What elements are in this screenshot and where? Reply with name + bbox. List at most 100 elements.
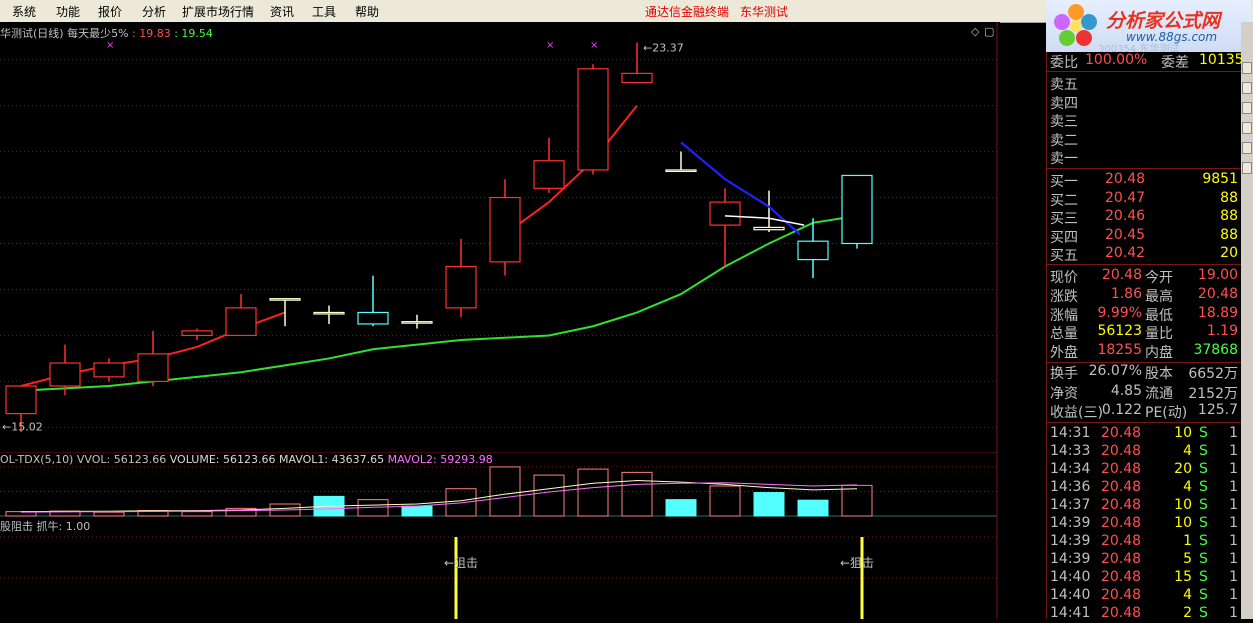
menu-item-system[interactable]: 系统 xyxy=(12,3,36,20)
volume-chart-panel[interactable]: 9000045000 OL-TDX(5,10) VVOL: 56123.66 V… xyxy=(0,452,1000,517)
candle xyxy=(709,188,741,267)
main-legend-value-2: : 19.54 xyxy=(174,27,213,40)
high-price-label: ←23.37 xyxy=(643,42,684,55)
weicha-label: 委差 xyxy=(1161,55,1189,71)
stat-label-1: 总量 xyxy=(1050,326,1078,343)
ma-line-red xyxy=(504,104,638,236)
candle xyxy=(841,174,873,249)
stat-value-1: 56123 xyxy=(1097,323,1142,340)
signal-marker: × xyxy=(590,40,598,51)
tick-volume: 20 xyxy=(1174,461,1192,477)
tick-row: 14:40 20.48 4 S 1 xyxy=(1047,587,1242,605)
tick-volume: 10 xyxy=(1174,515,1192,531)
candle xyxy=(357,275,389,327)
diamond-icon[interactable]: ◇ xyxy=(971,25,979,38)
toolbar-button-5[interactable] xyxy=(1242,142,1252,154)
sell-level-row: 卖二 xyxy=(1047,130,1242,149)
volume-bar xyxy=(797,499,829,517)
buy-level-price: 20.48 xyxy=(1105,171,1146,187)
tick-price: 20.48 xyxy=(1101,461,1142,477)
tick-time: 14:34 xyxy=(1050,461,1091,477)
main-chart-panel[interactable]: 23.0022.0021.0020.0019.0018.0017.0016.00… xyxy=(0,22,1000,452)
volume-legend-mavol2: MAVOL2: 59293.98 xyxy=(387,453,493,466)
toolbar-button-6[interactable] xyxy=(1242,162,1252,174)
finance-label-2: PE(动) xyxy=(1145,405,1188,421)
stat-label-1: 现价 xyxy=(1050,270,1078,286)
weibi-row: 委比 100.00% 委差 10135 xyxy=(1047,52,1244,71)
tick-row: 14:33 20.48 4 S 1 xyxy=(1047,443,1242,461)
window-toggle-icon[interactable]: ▢ xyxy=(984,25,994,38)
toolbar-button-1[interactable] xyxy=(1242,62,1252,74)
buy-level-label: 买一 xyxy=(1050,174,1078,190)
tick-side: S xyxy=(1199,479,1208,495)
tick-side: S xyxy=(1199,587,1208,603)
low-price-label: ←15.02 xyxy=(2,420,43,433)
stat-row: 总量 56123 量比 1.19 xyxy=(1047,323,1242,343)
stat-value-2: 37868 xyxy=(1193,342,1238,359)
volume-bar xyxy=(665,499,697,517)
stat-value-2: 19.00 xyxy=(1197,267,1238,283)
tick-price: 20.48 xyxy=(1101,515,1142,531)
finance-label-1: 净资 xyxy=(1050,385,1078,402)
logo-title: 分析家公式网 xyxy=(1106,10,1221,32)
sell-level-row: 卖五 xyxy=(1047,74,1242,93)
buy-level-label: 买二 xyxy=(1050,192,1078,209)
sell-level-label: 卖二 xyxy=(1050,132,1078,149)
tick-side: S xyxy=(1199,515,1208,531)
candlestick-chart[interactable]: 23.0022.0021.0020.0019.0018.0017.0016.00… xyxy=(0,22,1000,452)
volume-legend-vvol: VVOL: 56123.66 xyxy=(76,453,167,466)
finance-label-1: 换手 xyxy=(1050,366,1078,382)
tick-count: 1 xyxy=(1229,515,1238,531)
tick-side: S xyxy=(1199,533,1208,549)
tick-time: 14:39 xyxy=(1050,515,1091,531)
window-title: 东华测试 xyxy=(740,5,789,19)
tick-price: 20.48 xyxy=(1101,425,1142,441)
candle xyxy=(225,294,257,337)
volume-bar xyxy=(93,511,125,517)
menu-item-quote[interactable]: 报价 xyxy=(98,3,122,20)
tick-time: 14:40 xyxy=(1050,569,1091,585)
menu-item-info[interactable]: 资讯 xyxy=(270,3,294,20)
volume-bar xyxy=(533,474,565,517)
toolbar-button-2[interactable] xyxy=(1242,82,1252,94)
tick-side: S xyxy=(1199,443,1208,459)
stat-value-1: 18255 xyxy=(1097,342,1142,359)
menu-item-analysis[interactable]: 分析 xyxy=(142,3,166,20)
tick-time: 14:31 xyxy=(1050,425,1091,441)
side-toolbar[interactable] xyxy=(1241,22,1253,619)
toolbar-button-4[interactable] xyxy=(1242,122,1252,134)
stat-row: 涨幅 9.99% 最低 18.89 xyxy=(1047,305,1242,324)
tick-count: 1 xyxy=(1229,479,1238,495)
weibi-value: 100.00% xyxy=(1085,52,1148,68)
app-title: 通达信金融终端 xyxy=(645,5,730,19)
stat-value-2: 1.19 xyxy=(1206,323,1238,340)
indicator-chart-panel[interactable]: 1.000.50 股阻击 抓牛: 1.00 ←狙击 ←狙击 xyxy=(0,517,1000,619)
tick-row: 14:34 20.48 20 S 1 xyxy=(1047,461,1242,479)
tick-price: 20.48 xyxy=(1101,497,1142,513)
volume-bar xyxy=(181,511,213,517)
toolbar-button-3[interactable] xyxy=(1242,102,1252,114)
candle xyxy=(577,64,609,175)
stat-value-1: 1.86 xyxy=(1110,285,1142,302)
finance-value-1: 0.122 xyxy=(1101,402,1142,418)
stat-value-1: 20.48 xyxy=(1101,267,1142,283)
stat-label-2: 最高 xyxy=(1145,288,1173,305)
quote-panel: 委比 100.00% 委差 10135 卖五 卖四 卖三 卖二 卖一 买一 20.48 98… xyxy=(1046,52,1244,621)
buy-level-row: 买五 20.42 20 xyxy=(1047,245,1242,264)
tick-volume: 10 xyxy=(1174,497,1192,513)
menu-item-function[interactable]: 功能 xyxy=(56,3,80,20)
finance-label-2: 股本 xyxy=(1145,366,1173,382)
candle xyxy=(489,179,521,276)
candle xyxy=(401,314,433,329)
finance-value-2: 6652万 xyxy=(1188,366,1238,382)
menu-item-extended-market[interactable]: 扩展市场行情 xyxy=(182,3,254,20)
menu-item-help[interactable]: 帮助 xyxy=(355,3,379,20)
candle xyxy=(269,298,301,327)
weibi-label: 委比 xyxy=(1050,55,1078,71)
tick-time: 14:40 xyxy=(1050,587,1091,603)
buy-level-price: 20.46 xyxy=(1105,208,1146,224)
menu-item-tools[interactable]: 工具 xyxy=(312,3,336,20)
tick-time: 14:39 xyxy=(1050,533,1091,549)
candle xyxy=(181,328,213,341)
tick-row: 14:41 20.48 2 S 1 xyxy=(1047,605,1242,623)
